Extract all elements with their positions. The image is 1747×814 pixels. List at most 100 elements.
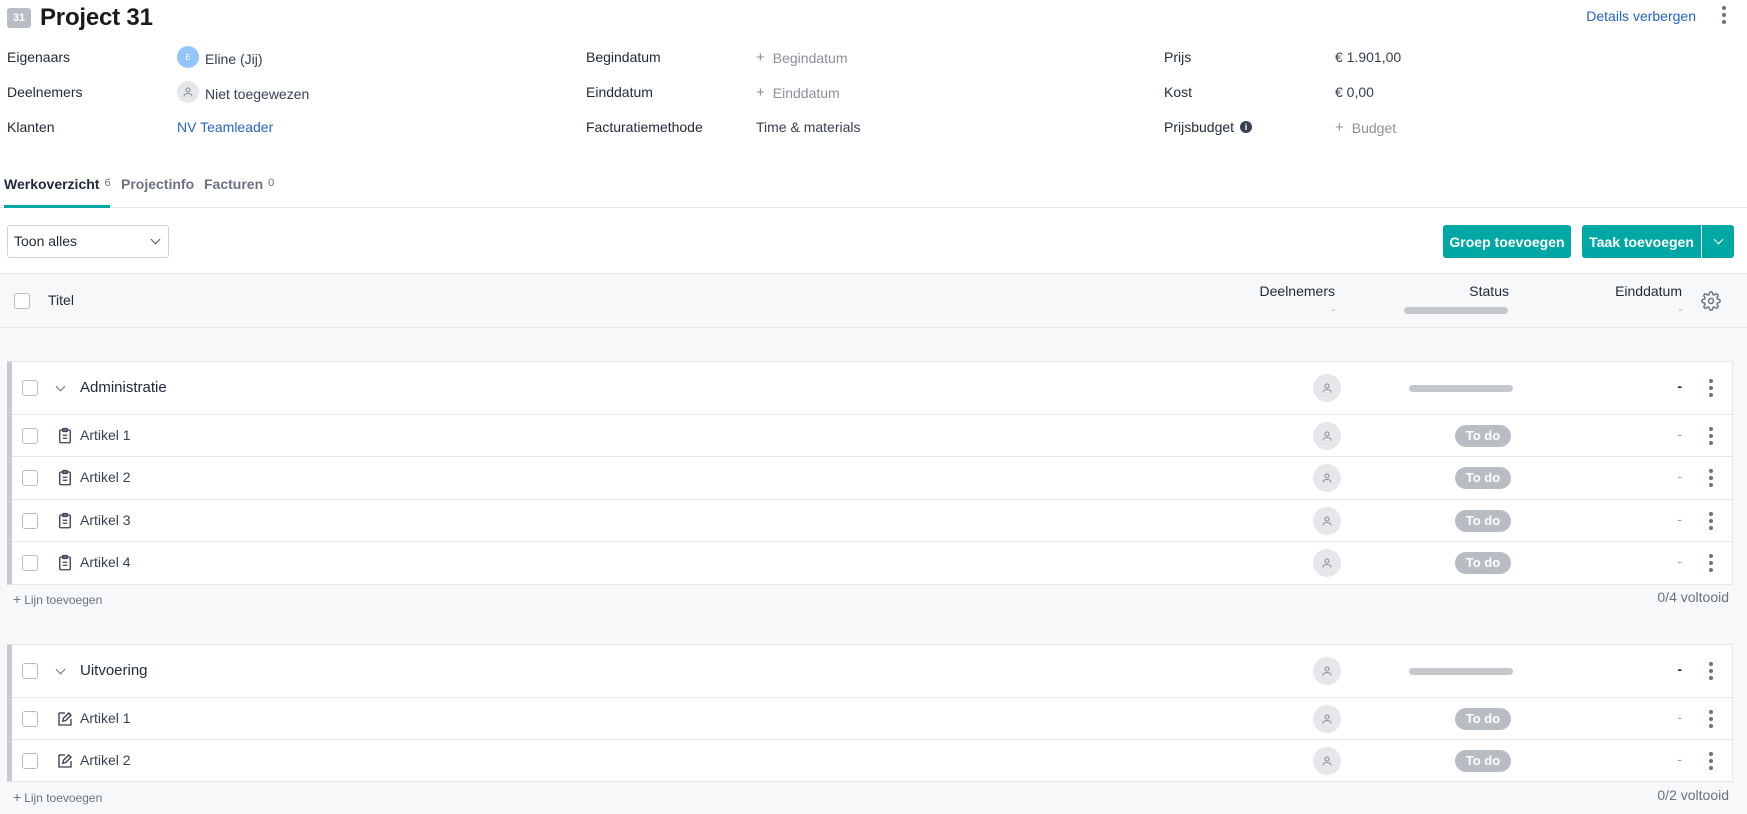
edit-icon — [58, 754, 72, 768]
status-badge[interactable]: To do — [1455, 510, 1511, 532]
tab-label: Facturen — [204, 176, 264, 192]
table-row[interactable]: Artikel 2 To do - — [12, 457, 1733, 500]
chevron-down-icon[interactable] — [55, 381, 66, 392]
hide-details-link[interactable]: Details verbergen — [1586, 8, 1696, 24]
user-icon[interactable] — [1313, 507, 1341, 535]
group-header-row[interactable]: Administratie - — [12, 362, 1733, 415]
end-date-placeholder: Einddatum — [772, 84, 840, 101]
tab-bar: Werkoverzicht 6 Projectinfo Facturen 0 — [0, 172, 1747, 208]
task-due-date: - — [1677, 426, 1682, 442]
add-task-button[interactable]: Taak toevoegen — [1582, 225, 1701, 258]
user-icon[interactable] — [1313, 464, 1341, 492]
status-badge[interactable]: To do — [1455, 708, 1511, 730]
table-row[interactable]: Artikel 4 To do - — [12, 542, 1733, 584]
add-line-link[interactable]: + Lijn toevoegen — [13, 789, 102, 805]
add-task-dropdown-button[interactable] — [1702, 225, 1734, 258]
filter-select[interactable]: Toon alles — [7, 225, 169, 258]
price-label: Prijs — [1164, 49, 1192, 65]
group-completion: 0/2 voltooid — [1657, 787, 1729, 803]
gear-icon[interactable] — [1701, 291, 1721, 311]
tab-projectinfo[interactable]: Projectinfo — [121, 176, 194, 208]
task-checkbox[interactable] — [22, 711, 38, 727]
group-completion: 0/4 voltooid — [1657, 589, 1729, 605]
group-due-date: - — [1677, 661, 1682, 677]
more-vertical-icon[interactable] — [1712, 3, 1736, 27]
more-vertical-icon[interactable] — [1699, 707, 1723, 731]
budget-add[interactable]: + Budget — [1335, 119, 1396, 136]
add-line-label: Lijn toevoegen — [24, 791, 103, 805]
tab-werkoverzicht[interactable]: Werkoverzicht 6 — [4, 176, 111, 208]
task-checkbox[interactable] — [22, 428, 38, 444]
more-vertical-icon[interactable] — [1699, 424, 1723, 448]
status-badge[interactable]: To do — [1455, 467, 1511, 489]
user-icon[interactable] — [1313, 374, 1341, 402]
clipboard-icon — [59, 554, 71, 571]
owner-name: Eline (Jij) — [205, 50, 263, 67]
more-vertical-icon[interactable] — [1699, 376, 1723, 400]
task-checkbox[interactable] — [22, 470, 38, 486]
group-name[interactable]: Administratie — [80, 379, 167, 396]
participants-sub: - — [1331, 304, 1335, 316]
user-icon[interactable] — [1313, 549, 1341, 577]
task-due-date: - — [1677, 709, 1682, 725]
table-row[interactable]: Artikel 3 To do - — [12, 500, 1733, 542]
cost-value: € 0,00 — [1335, 84, 1374, 100]
client-link[interactable]: NV Teamleader — [177, 119, 273, 135]
price-value: € 1.901,00 — [1335, 49, 1402, 65]
end-date-add[interactable]: + Einddatum — [756, 84, 840, 101]
page-title: Project 31 — [40, 4, 153, 31]
more-vertical-icon[interactable] — [1699, 509, 1723, 533]
add-group-button[interactable]: Groep toevoegen — [1443, 225, 1571, 258]
clipboard-icon — [59, 512, 71, 529]
task-name[interactable]: Artikel 4 — [80, 554, 131, 570]
task-checkbox[interactable] — [22, 555, 38, 571]
group-status-bar — [1409, 385, 1513, 392]
info-icon[interactable]: i — [1240, 121, 1253, 133]
billing-method-value[interactable]: Time & materials — [756, 119, 861, 135]
task-name[interactable]: Artikel 1 — [80, 710, 131, 726]
avatar: E — [177, 46, 199, 68]
plus-icon: + — [1335, 119, 1344, 136]
billing-method-label: Facturatiemethode — [586, 119, 703, 135]
price-budget-text: Prijsbudget — [1164, 119, 1235, 135]
task-due-date: - — [1677, 553, 1682, 569]
chevron-down-icon[interactable] — [55, 664, 66, 675]
price-budget-label: Prijsbudget i — [1164, 119, 1253, 135]
more-vertical-icon[interactable] — [1699, 466, 1723, 490]
user-icon[interactable] — [1313, 657, 1341, 685]
user-icon[interactable] — [1313, 747, 1341, 775]
column-participants: Deelnemers — [1259, 283, 1335, 299]
table-row[interactable]: Artikel 2 To do - — [12, 740, 1733, 782]
select-all-checkbox[interactable] — [14, 293, 30, 309]
task-name[interactable]: Artikel 2 — [80, 469, 131, 485]
add-line-link[interactable]: + Lijn toevoegen — [13, 591, 102, 607]
tab-facturen[interactable]: Facturen 0 — [204, 176, 274, 208]
status-badge[interactable]: To do — [1455, 425, 1511, 447]
participants-value[interactable]: Niet toegewezen — [177, 81, 310, 103]
group-name[interactable]: Uitvoering — [80, 662, 148, 679]
start-date-add[interactable]: + Begindatum — [756, 49, 847, 66]
task-checkbox[interactable] — [22, 513, 38, 529]
participants-text: Niet toegewezen — [205, 85, 310, 102]
table-row[interactable]: Artikel 1 To do - — [12, 698, 1733, 740]
add-line-label: Lijn toevoegen — [24, 593, 103, 607]
status-badge[interactable]: To do — [1455, 750, 1511, 772]
more-vertical-icon[interactable] — [1699, 749, 1723, 773]
group-checkbox[interactable] — [22, 380, 38, 396]
user-icon — [177, 81, 199, 103]
task-checkbox[interactable] — [22, 753, 38, 769]
owner-value[interactable]: E Eline (Jij) — [177, 46, 263, 68]
task-name[interactable]: Artikel 3 — [80, 512, 131, 528]
task-name[interactable]: Artikel 1 — [80, 427, 131, 443]
group-header-row[interactable]: Uitvoering - — [12, 645, 1733, 698]
table-row[interactable]: Artikel 1 To do - — [12, 415, 1733, 457]
user-icon[interactable] — [1313, 422, 1341, 450]
more-vertical-icon[interactable] — [1699, 551, 1723, 575]
status-badge[interactable]: To do — [1455, 552, 1511, 574]
more-vertical-icon[interactable] — [1699, 659, 1723, 683]
task-name[interactable]: Artikel 2 — [80, 752, 131, 768]
user-icon[interactable] — [1313, 705, 1341, 733]
owners-label: Eigenaars — [7, 49, 71, 65]
chevron-down-icon — [1713, 234, 1723, 245]
group-checkbox[interactable] — [22, 663, 38, 679]
